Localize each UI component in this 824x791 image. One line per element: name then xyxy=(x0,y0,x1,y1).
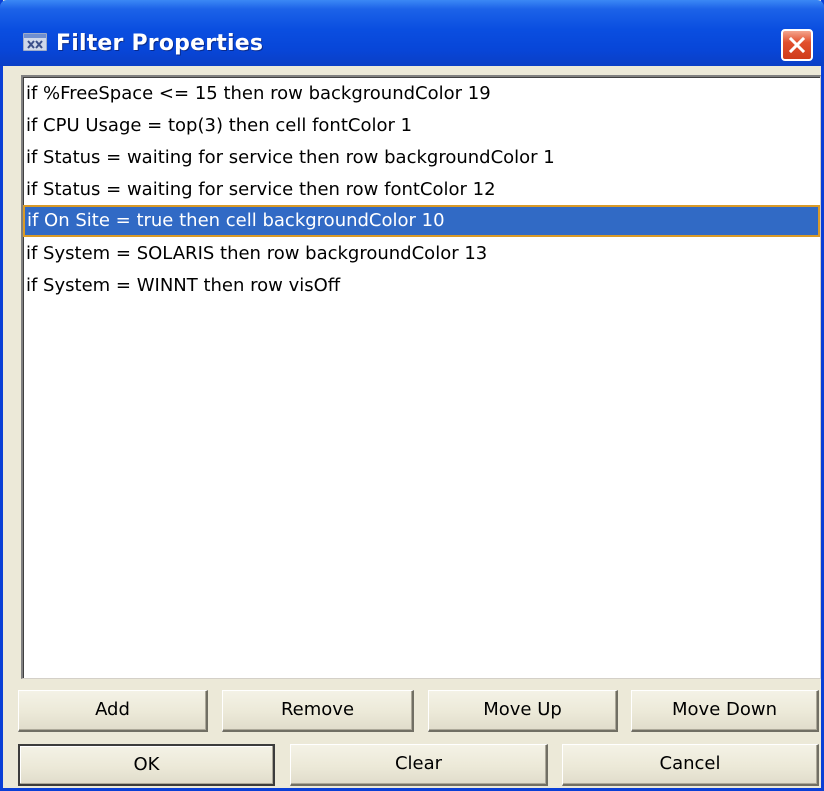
remove-button[interactable]: Remove xyxy=(222,690,414,732)
move-down-button[interactable]: Move Down xyxy=(631,690,819,732)
list-item[interactable]: if System = SOLARIS then row backgroundC… xyxy=(23,237,820,269)
ok-button[interactable]: OK xyxy=(18,744,275,786)
list-item[interactable]: if System = WINNT then row visOff xyxy=(23,269,820,301)
app-icon xyxy=(23,33,47,51)
rule-list: if %FreeSpace <= 15 then row backgroundC… xyxy=(23,77,820,301)
list-item[interactable]: if On Site = true then cell backgroundCo… xyxy=(23,205,820,237)
filter-rule-list[interactable]: if %FreeSpace <= 15 then row backgroundC… xyxy=(21,75,821,679)
move-up-button[interactable]: Move Up xyxy=(428,690,618,732)
filter-properties-dialog: Filter Properties if %FreeSpace <= 15 th… xyxy=(0,0,824,791)
list-item[interactable]: if Status = waiting for service then row… xyxy=(23,141,820,173)
window-title: Filter Properties xyxy=(56,31,264,56)
title-bar[interactable]: Filter Properties xyxy=(0,0,824,66)
list-item[interactable]: if %FreeSpace <= 15 then row backgroundC… xyxy=(23,77,820,109)
clear-button[interactable]: Clear xyxy=(290,744,548,786)
close-button[interactable] xyxy=(781,29,813,61)
list-item[interactable]: if Status = waiting for service then row… xyxy=(23,173,820,205)
list-item[interactable]: if CPU Usage = top(3) then cell fontColo… xyxy=(23,109,820,141)
cancel-button[interactable]: Cancel xyxy=(562,744,819,786)
close-icon xyxy=(788,36,806,54)
add-button[interactable]: Add xyxy=(18,690,208,732)
